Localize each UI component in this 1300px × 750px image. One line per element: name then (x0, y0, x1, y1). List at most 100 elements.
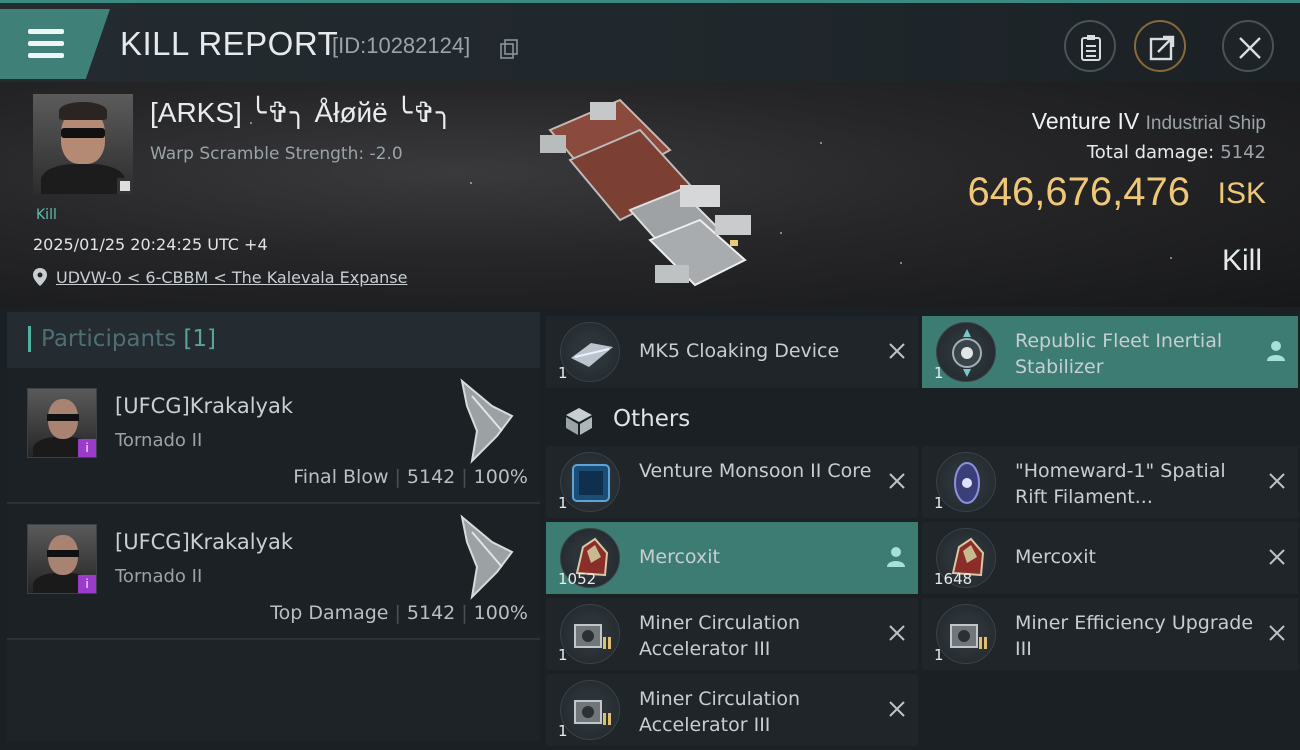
copy-icon[interactable] (500, 39, 518, 59)
page-title: KILL REPORT (120, 25, 339, 62)
item-row[interactable]: 1 Miner Circulation Accelerator III (546, 674, 918, 746)
participant-avatar[interactable]: i (27, 524, 97, 594)
isk-unit: ISK (1217, 177, 1266, 210)
destroyed-icon (889, 473, 905, 489)
top-bar: KILL REPORT [ID:10282124] (0, 0, 1300, 82)
item-row[interactable]: 1 Miner Efficiency Upgrade III (922, 598, 1298, 670)
victim-name[interactable]: [ARKS] ╰✞╮ Åłøйë ╰✞╮ (150, 96, 453, 129)
item-row[interactable]: 1 Republic Fleet Inertial Stabilizer (922, 316, 1298, 388)
participants-panel: Participants [1] i [UFCG]Krakalyak Torna… (7, 312, 540, 742)
participant-damage: 5142 (406, 466, 456, 488)
clipboard-icon (1081, 35, 1101, 61)
item-quantity: 1052 (558, 570, 597, 588)
others-section-header: Others (546, 394, 1298, 444)
item-name: Republic Fleet Inertial Stabilizer (1015, 330, 1223, 378)
victim-avatar[interactable] (33, 94, 133, 194)
participant-role: Final Blow (293, 466, 389, 488)
share-button[interactable] (1134, 20, 1186, 72)
warp-scramble-strength: Warp Scramble Strength: -2.0 (150, 144, 403, 164)
menu-button[interactable] (0, 9, 110, 79)
kill-datetime: 2025/01/25 20:24:25 UTC +4 (33, 235, 268, 254)
dropped-person-icon (887, 547, 905, 567)
item-quantity: 1 (558, 722, 568, 740)
others-label: Others (613, 406, 691, 432)
share-icon (1149, 35, 1175, 61)
item-row[interactable]: 1 MK5 Cloaking Device (546, 316, 918, 388)
item-row[interactable]: 1648 Mercoxit (922, 522, 1298, 594)
item-quantity: 1648 (934, 570, 973, 588)
filament-icon (936, 452, 996, 512)
participant-stats: Final Blow | 5142 | 100% (293, 466, 528, 488)
total-damage-label: Total damage: (1086, 142, 1215, 163)
ship-name[interactable]: Venture IV Industrial Ship (1032, 108, 1266, 135)
participants-count: [1] (183, 326, 217, 352)
item-name: Mercoxit (1015, 546, 1096, 568)
item-quantity: 1 (934, 646, 944, 664)
participant-percent: 100% (473, 466, 528, 488)
participant-damage: 5142 (406, 602, 456, 624)
ship-icon (460, 378, 514, 464)
close-button[interactable] (1222, 20, 1274, 72)
item-row[interactable]: 1 "Homeward-1" Spatial Rift Filament... (922, 446, 1298, 518)
destroyed-icon (1269, 473, 1285, 489)
hamburger-icon-bar (28, 53, 64, 58)
item-name: Miner Circulation Accelerator III (639, 688, 800, 736)
participant-avatar[interactable]: i (27, 388, 97, 458)
ship-class: Industrial Ship (1145, 113, 1266, 134)
participants-label: Participants (41, 326, 177, 352)
location-link[interactable]: UDVW-0 < 6-CBBM < The Kalevala Expanse (56, 268, 407, 287)
report-button[interactable] (1064, 20, 1116, 72)
ship-icon (460, 514, 514, 600)
item-row[interactable]: 1 Venture Monsoon II Core (546, 446, 918, 518)
item-name: MK5 Cloaking Device (639, 340, 840, 362)
item-row[interactable]: 1052 Mercoxit (546, 522, 918, 594)
participant-row[interactable]: i [UFCG]Krakalyak Tornado II Final Blow |… (7, 368, 540, 504)
item-name: Venture Monsoon II Core (639, 460, 872, 482)
item-quantity: 1 (934, 494, 944, 512)
destroyed-icon (889, 701, 905, 717)
participant-ship: Tornado II (115, 430, 203, 451)
location-pin-icon (33, 268, 47, 286)
destroyed-icon (889, 343, 905, 359)
dropped-person-icon (1267, 341, 1285, 361)
report-id: [ID:10282124] (332, 33, 471, 58)
participant-percent: 100% (473, 602, 528, 624)
security-status-icon: i (78, 439, 96, 457)
close-icon (1239, 37, 1261, 59)
participants-header: Participants [1] (7, 312, 540, 368)
item-quantity: 1 (934, 364, 944, 382)
hamburger-icon (28, 29, 64, 34)
hamburger-icon-bar (28, 41, 64, 46)
participant-name[interactable]: [UFCG]Krakalyak (115, 394, 293, 418)
result-label: Kill (1221, 244, 1262, 277)
item-row[interactable]: 1 Miner Circulation Accelerator III (546, 598, 918, 670)
kill-tag: Kill (36, 207, 57, 223)
total-damage-value: 5142 (1220, 142, 1266, 163)
cloaking-device-icon (560, 322, 620, 382)
kill-summary: [ARKS] ╰✞╮ Åłøйë ╰✞╮ Warp Scramble Stren… (0, 82, 1300, 307)
inertial-stabilizer-icon (936, 322, 996, 382)
item-name: "Homeward-1" Spatial Rift Filament... (1015, 460, 1226, 508)
participant-stats: Top Damage | 5142 | 100% (270, 602, 528, 624)
security-status-icon: i (78, 575, 96, 593)
item-quantity: 1 (558, 364, 568, 382)
ship-image (540, 98, 751, 287)
participant-role: Top Damage (270, 602, 389, 624)
item-quantity: 1 (558, 646, 568, 664)
item-quantity: 1 (558, 494, 568, 512)
destroyed-icon (1269, 549, 1285, 565)
participant-row[interactable]: i [UFCG]Krakalyak Tornado II Top Damage |… (7, 504, 540, 640)
item-name: Mercoxit (639, 546, 720, 568)
rig-module-icon (560, 680, 620, 740)
ship-core-icon (560, 452, 620, 512)
destroyed-icon (889, 625, 905, 641)
item-name: Miner Circulation Accelerator III (639, 612, 800, 660)
item-name: Miner Efficiency Upgrade III (1015, 612, 1254, 660)
items-panel: 1 MK5 Cloaking Device 1 Republic Fleet I… (546, 312, 1298, 746)
isk-value: 646,676,476 (967, 170, 1190, 214)
destroyed-icon (1269, 625, 1285, 641)
rig-module-icon (936, 604, 996, 664)
participant-name[interactable]: [UFCG]Krakalyak (115, 530, 293, 554)
rig-module-icon (560, 604, 620, 664)
ship-name-label: Venture IV (1031, 108, 1140, 134)
